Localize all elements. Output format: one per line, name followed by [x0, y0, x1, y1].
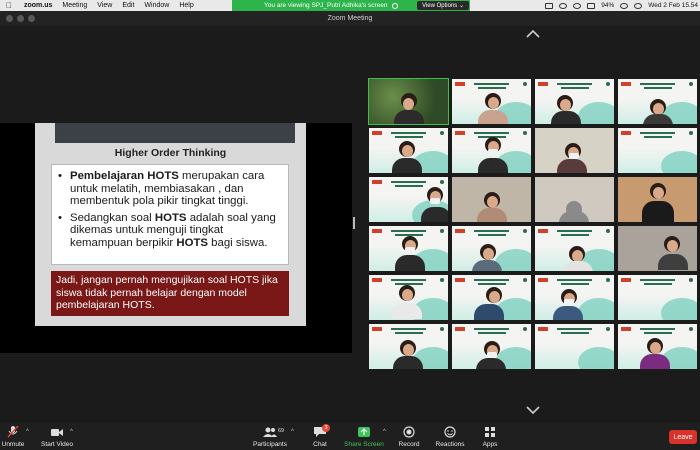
menu-status-area: 94% Wed 2 Feb 15.54 — [545, 0, 698, 11]
participant-tile[interactable] — [535, 177, 614, 222]
smiley-icon — [444, 426, 456, 438]
reactions-label: Reactions — [435, 441, 465, 448]
participants-count: 69 — [278, 428, 285, 434]
share-options-caret[interactable]: ^ — [383, 423, 389, 450]
slide-bullet-1: Pembelajaran HOTS merupakan cara untuk m… — [58, 170, 282, 208]
participant-tile[interactable] — [618, 226, 697, 271]
participant-tile[interactable] — [369, 324, 448, 369]
creative-cloud-icon[interactable] — [559, 2, 568, 9]
share-status-icon — [391, 2, 398, 9]
bullet-2-text-c: bagi siswa. — [208, 236, 268, 249]
participant-tile[interactable] — [535, 275, 614, 320]
participant-tile[interactable] — [452, 128, 531, 173]
slide-heading: Higher Order Thinking — [114, 147, 227, 159]
participant-gallery — [368, 78, 699, 369]
slide-top-bar — [55, 123, 295, 143]
share-screen-button[interactable]: Share Screen — [344, 423, 384, 450]
apps-grid-icon — [485, 427, 495, 437]
start-video-button[interactable]: Start Video — [40, 423, 74, 450]
menu-app-name[interactable]: zoom.us — [24, 2, 52, 9]
participant-tile[interactable] — [452, 324, 531, 369]
split-resize-handle[interactable] — [353, 217, 355, 229]
participant-tile[interactable] — [618, 79, 697, 124]
participants-label: Participants — [253, 441, 287, 448]
leave-meeting-button[interactable]: Leave — [669, 430, 697, 444]
participant-tile[interactable] — [535, 226, 614, 271]
participant-tile[interactable] — [369, 226, 448, 271]
participant-tile[interactable] — [369, 128, 448, 173]
participant-tile[interactable] — [452, 177, 531, 222]
participant-tile[interactable] — [618, 324, 697, 369]
participant-tile[interactable] — [369, 275, 448, 320]
menu-view[interactable]: View — [97, 2, 112, 9]
wifi-icon[interactable] — [620, 2, 629, 9]
participants-options-caret[interactable]: ^ — [291, 423, 297, 450]
video-camera-icon — [51, 429, 63, 436]
chat-button[interactable]: Chat 3 — [310, 423, 330, 450]
muted-mic-icon — [7, 426, 19, 438]
participants-button[interactable]: Participants 69 — [253, 423, 287, 450]
share-screen-icon — [358, 427, 370, 437]
window-controls — [6, 15, 35, 22]
record-label: Record — [398, 441, 420, 448]
battery-percent: 94% — [601, 2, 615, 9]
gallery-page-up-icon[interactable] — [526, 30, 540, 38]
video-options-caret[interactable]: ^ — [70, 423, 76, 450]
slide-bullet-box: Pembelajaran HOTS merupakan cara untuk m… — [51, 164, 289, 265]
participant-tile[interactable] — [618, 177, 697, 222]
chat-label: Chat — [313, 441, 327, 448]
share-screen-label: Share Screen — [344, 441, 384, 448]
battery-icon[interactable] — [587, 2, 596, 9]
close-window-icon[interactable] — [6, 15, 13, 22]
participants-icon — [263, 427, 277, 437]
zoom-window-icon[interactable] — [28, 15, 35, 22]
meeting-toolbar: Unmute ^ Start Video ^ Participants 69 ^… — [0, 423, 700, 450]
shared-screen: Higher Order Thinking Pembelajaran HOTS … — [0, 123, 352, 353]
zoom-status-icon[interactable] — [545, 2, 554, 9]
participant-tile[interactable] — [369, 177, 448, 222]
participant-tile[interactable] — [452, 79, 531, 124]
chat-unread-badge: 3 — [322, 424, 330, 432]
audio-options-caret[interactable]: ^ — [26, 423, 32, 450]
participant-tile[interactable] — [452, 226, 531, 271]
start-video-label: Start Video — [40, 441, 74, 448]
menu-clock[interactable]: Wed 2 Feb 15.54 — [648, 2, 698, 9]
participant-tile[interactable] — [535, 79, 614, 124]
reactions-button[interactable]: Reactions — [434, 423, 466, 450]
participant-tile[interactable] — [535, 324, 614, 369]
view-options-button[interactable]: View Options ⌄ — [417, 1, 469, 10]
apps-label: Apps — [482, 441, 498, 448]
bluetooth-icon[interactable] — [573, 2, 582, 9]
window-title-bar: Zoom Meeting — [0, 11, 700, 26]
minimize-window-icon[interactable] — [17, 15, 24, 22]
bullet-2-text-a: Sedangkan soal — [70, 211, 155, 224]
unmute-button[interactable]: Unmute — [2, 423, 24, 450]
menu-meeting[interactable]: Meeting — [62, 2, 87, 9]
control-center-icon[interactable] — [634, 2, 643, 9]
bullet-2-bold-b: HOTS — [176, 236, 209, 249]
gallery-page-down-icon[interactable] — [526, 406, 540, 414]
record-button[interactable]: Record — [397, 423, 421, 450]
record-icon — [403, 426, 415, 438]
apple-icon[interactable]:  — [6, 1, 16, 10]
bullet-2-bold-a: HOTS — [154, 211, 187, 224]
participant-tile[interactable] — [452, 275, 531, 320]
slide-callout: Jadi, jangan pernah mengujikan soal HOTS… — [51, 271, 289, 316]
share-banner-text: You are viewing SPJ_Putri Adhika's scree… — [264, 2, 388, 9]
participant-tile[interactable] — [618, 128, 697, 173]
bullet-1-bold: Pembelajaran HOTS — [70, 170, 179, 182]
window-title: Zoom Meeting — [327, 15, 373, 22]
presentation-slide: Higher Order Thinking Pembelajaran HOTS … — [35, 123, 306, 326]
participant-tile[interactable] — [535, 128, 614, 173]
participant-tile[interactable] — [618, 275, 697, 320]
slide-bullet-2: Sedangkan soal HOTS adalah soal yang dik… — [58, 212, 282, 250]
screen-share-banner: You are viewing SPJ_Putri Adhika's scree… — [232, 0, 470, 11]
meeting-stage: Higher Order Thinking Pembelajaran HOTS … — [0, 26, 700, 423]
menu-edit[interactable]: Edit — [122, 2, 134, 9]
menu-window[interactable]: Window — [144, 2, 169, 9]
menu-help[interactable]: Help — [179, 2, 193, 9]
unmute-label: Unmute — [1, 441, 25, 448]
apps-button[interactable]: Apps — [481, 423, 499, 450]
participant-tile-active-speaker[interactable] — [368, 78, 449, 125]
